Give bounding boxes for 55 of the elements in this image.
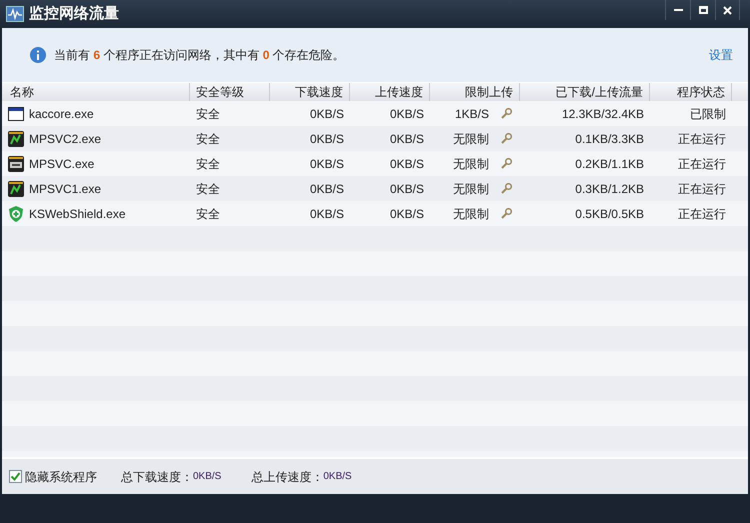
- close-icon: [723, 6, 732, 14]
- total-speed-value: 0KB/S: [193, 470, 222, 484]
- table-cell-text: 无限制: [453, 130, 489, 148]
- table-cell-text: 安全: [196, 130, 220, 148]
- table-cell-text: 0KB/S: [390, 106, 424, 122]
- table-cell-text: 正在运行: [678, 180, 726, 198]
- table-cell-text: 0KB/S: [390, 206, 424, 222]
- settings-link[interactable]: 设置: [709, 46, 733, 64]
- table-row[interactable]: MPSVC1.exe 安全 0KB/S 0KB/S 无限制 0.3KB/1.2KB 正在运行: [2, 176, 748, 201]
- table-cell-text: 无限制: [453, 156, 489, 172]
- table-cell-text: 0KB/S: [310, 180, 344, 198]
- table-cell-text: 安全: [196, 156, 220, 172]
- check-icon: [10, 471, 21, 482]
- process-name: MPSVC1.exe: [29, 180, 102, 198]
- hide-system-checkbox[interactable]: 隐藏系统程序: [9, 468, 97, 486]
- table-cell-text: 安全: [196, 180, 220, 198]
- table-cell-text: 1KB/S: [454, 106, 489, 122]
- window-title: 监控网络流量: [29, 4, 119, 24]
- process-name: kaccore.exe: [29, 106, 94, 122]
- table-cell-text: 0.1KB/3.3KB: [575, 130, 644, 148]
- table-cell-text: 正在运行: [678, 130, 726, 148]
- table-cell-text: 0KB/S: [390, 130, 424, 148]
- table-cell-text: 无限制: [453, 206, 489, 222]
- app-icon: [8, 180, 24, 196]
- table-cell-text: 0KB/S: [310, 156, 344, 172]
- process-name: MPSVC.exe: [29, 156, 94, 172]
- table-cell-text: 0.3KB/1.2KB: [575, 180, 644, 198]
- table-cell-text: 安全: [196, 206, 220, 222]
- table-cell-text: 0KB/S: [310, 130, 344, 148]
- table-cell-text: 12.3KB/32.4KB: [562, 106, 644, 122]
- table-cell-text: 0KB/S: [390, 156, 424, 172]
- table-cell-text: 0.5KB/0.5KB: [575, 206, 644, 222]
- table-cell-text: 安全: [196, 106, 220, 122]
- pulse-icon: [6, 6, 24, 22]
- table-cell-text: 正在运行: [678, 206, 726, 222]
- summary-text: 当前有 6 个程序正在访问网络，其中有 0 个存在危险。: [54, 47, 345, 64]
- table-cell-text: 已限制: [690, 106, 726, 122]
- window-icon: [8, 106, 24, 120]
- table-cell-text: 无限制: [453, 180, 489, 198]
- process-name: KSWebShield.exe: [29, 206, 126, 222]
- table-cell-text: 0KB/S: [390, 180, 424, 198]
- table-cell-text: 0KB/S: [310, 206, 344, 222]
- info-icon: [30, 47, 46, 63]
- process-name: MPSVC2.exe: [29, 130, 102, 148]
- shield-icon: [8, 206, 24, 222]
- terminal-icon: [8, 156, 24, 172]
- close-button[interactable]: [715, 0, 740, 20]
- table-cell-text: 0KB/S: [310, 106, 344, 122]
- table-row[interactable]: MPSVC2.exe 安全 0KB/S 0KB/S 无限制 0.1KB/3.3KB 正在运行: [2, 126, 748, 151]
- app-icon: [8, 130, 24, 146]
- table-cell-text: 0.2KB/1.1KB: [575, 156, 644, 172]
- total-speed-label: 总上传速度：: [251, 468, 324, 486]
- table-cell-text: 正在运行: [678, 156, 726, 172]
- total-speed-label: 总下载速度：: [121, 468, 193, 486]
- total-speed-value: 0KB/S: [323, 470, 352, 484]
